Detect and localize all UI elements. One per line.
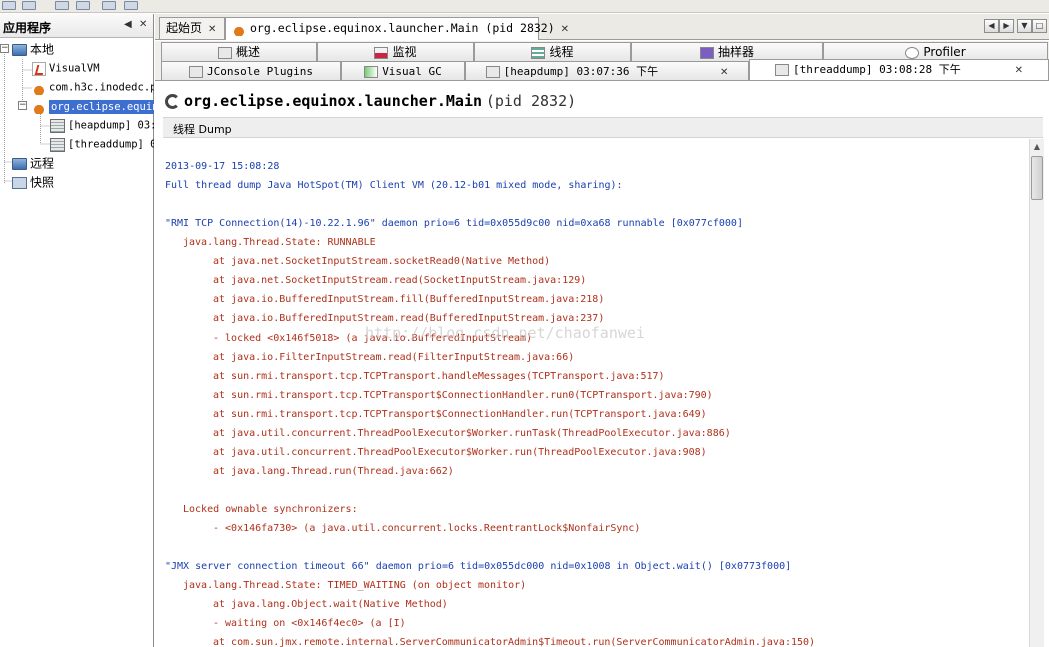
threads-icon: [531, 46, 546, 59]
dump-line: 2013-09-17 15:08:28: [165, 161, 280, 172]
watermark-text: http://blog.csdn.net/chaofanwei: [365, 324, 645, 342]
tab-heapdump[interactable]: [heapdump] 03:07:36 下午 ✕: [465, 61, 749, 80]
dump-line: at java.lang.Thread.run(Thread.java:662): [213, 465, 454, 477]
close-panel-button[interactable]: ✕: [139, 19, 147, 30]
process-main-class: org.eclipse.equinox.launcher.Main: [184, 92, 483, 110]
main-toolbar: [0, 0, 1049, 13]
tab-threaddump[interactable]: [threaddump] 03:08:28 下午 ✕: [749, 59, 1049, 80]
dump-line: at sun.rmi.transport.tcp.TCPTransport$Co…: [213, 389, 713, 401]
dump-line: at java.io.FilterInputStream.read(Filter…: [213, 351, 575, 363]
threaddump-icon: [50, 137, 65, 152]
java-app-icon: [32, 80, 46, 95]
sampler-icon: [699, 46, 714, 59]
toolbar-open-icon[interactable]: [2, 1, 16, 10]
jconsole-icon: [189, 65, 204, 78]
close-heapdump-tab-button[interactable]: ✕: [720, 67, 728, 78]
thread-dump-text[interactable]: 2013-09-17 15:08:28 Full thread dump Java…: [163, 139, 1029, 647]
dump-line: - <0x146fa730> (a java.util.concurrent.l…: [213, 522, 641, 534]
loading-spinner-icon: [165, 93, 180, 109]
tree-node-threaddump[interactable]: [threaddump] 0: [50, 135, 154, 153]
tree-node-local[interactable]: 本地: [12, 40, 54, 58]
maximize-window-button[interactable]: □: [1032, 19, 1047, 33]
toolbar-snapshot-icon[interactable]: [124, 1, 138, 10]
heapdump-icon: [485, 65, 500, 78]
tab-monitor[interactable]: 监视: [317, 42, 474, 61]
dump-line: at sun.rmi.transport.tcp.TCPTransport$Co…: [213, 408, 707, 420]
visualvm-icon: [32, 61, 46, 76]
tree-node-heapdump[interactable]: [heapdump] 03:: [50, 116, 154, 134]
tab-jconsole-plugins[interactable]: JConsole Plugins: [161, 61, 341, 80]
dump-line: at java.util.concurrent.ThreadPoolExecut…: [213, 427, 731, 439]
dump-line: at com.sun.jmx.remote.internal.ServerCom…: [213, 637, 816, 647]
dump-line: - waiting on <0x146f4ec0> (a [I): [213, 618, 406, 630]
java-app-icon: [232, 21, 246, 36]
heapdump-icon: [50, 118, 65, 133]
threaddump-view: org.eclipse.equinox.launcher.Main (pid 2…: [155, 82, 1049, 647]
tree-node-visualvm[interactable]: VisualVM: [32, 59, 100, 77]
tree-node-snapshot[interactable]: 快照: [12, 173, 54, 191]
profiler-clock-icon: [905, 46, 920, 59]
java-app-icon: [32, 99, 46, 114]
remote-host-icon: [12, 157, 27, 170]
dump-line: java.lang.Thread.State: TIMED_WAITING (o…: [183, 580, 527, 592]
dump-line: at java.util.concurrent.ThreadPoolExecut…: [213, 446, 707, 458]
vertical-scrollbar[interactable]: ▲: [1029, 139, 1044, 647]
snapshot-icon: [12, 176, 27, 189]
dump-line: java.lang.Thread.State: RUNNABLE: [183, 237, 376, 249]
tree-node-eclipse[interactable]: org.eclipse.equin: [32, 97, 154, 115]
tree-node-remote[interactable]: 远程: [12, 154, 54, 172]
scrollbar-thumb[interactable]: [1031, 156, 1043, 200]
dump-line: at java.io.BufferedInputStream.fill(Buff…: [213, 294, 605, 306]
applications-panel-title: 应用程序: [3, 21, 52, 35]
tab-start-page[interactable]: 起始页 ✕: [159, 17, 225, 39]
dump-line: at java.net.SocketInputStream.read(Socke…: [213, 275, 587, 287]
close-start-tab-button[interactable]: ✕: [208, 24, 216, 35]
toolbar-host-icon[interactable]: [76, 1, 90, 10]
dump-line: "RMI TCP Connection(14)-10.22.1.96" daem…: [165, 218, 743, 230]
overview-icon: [217, 46, 232, 59]
tree-toggle-local[interactable]: −: [0, 44, 9, 53]
view-tabs-row-1: 概述 监视 线程 抽样器 Profiler: [155, 41, 1049, 61]
visual-gc-icon: [364, 65, 379, 78]
monitor-chart-icon: [374, 46, 389, 59]
process-title: org.eclipse.equinox.launcher.Main (pid 2…: [165, 92, 576, 110]
close-threaddump-tab-button[interactable]: ✕: [1015, 65, 1023, 76]
dump-line: Locked ownable synchronizers:: [183, 503, 358, 515]
minimize-panel-button[interactable]: ◀: [124, 19, 132, 30]
applications-panel-header: 应用程序 ◀ ✕: [0, 14, 153, 38]
tab-process[interactable]: org.eclipse.equinox.launcher.Main (pid 2…: [225, 17, 569, 40]
toolbar-jmx-icon[interactable]: [55, 1, 69, 10]
view-tabs-row-2: JConsole Plugins Visual GC [heapdump] 03…: [155, 59, 1049, 81]
tree-node-h3c[interactable]: com.h3c.inodedc.p: [32, 78, 154, 96]
dump-line: "JMX server connection timeout 66" daemo…: [165, 561, 792, 573]
thread-dump-section-header: 线程 Dump: [163, 117, 1043, 138]
tab-list-dropdown-button[interactable]: ▼: [1017, 19, 1032, 33]
tree-toggle-eclipse[interactable]: −: [18, 101, 27, 110]
scroll-up-arrow-icon[interactable]: ▲: [1031, 141, 1043, 153]
local-host-icon: [12, 43, 27, 56]
threaddump-icon: [775, 63, 790, 76]
scroll-tabs-right-button[interactable]: ▶: [999, 19, 1014, 33]
process-pid: (pid 2832): [485, 92, 577, 110]
dump-line: at java.net.SocketInputStream.socketRead…: [213, 256, 551, 268]
toolbar-heapdump-icon[interactable]: [102, 1, 116, 10]
toolbar-connect-icon[interactable]: [22, 1, 36, 10]
document-tabs: 起始页 ✕ org.eclipse.equinox.launcher.Main (…: [155, 14, 1049, 40]
close-process-tab-button[interactable]: ✕: [561, 24, 569, 35]
scroll-tabs-left-button[interactable]: ◀: [984, 19, 999, 33]
applications-panel: 应用程序 ◀ ✕ − 本地 VisualVM com.h3c.inodedc.p…: [0, 14, 154, 647]
thread-dump-section-label: 线程 Dump: [173, 123, 232, 136]
dump-line: Full thread dump Java HotSpot(TM) Client…: [165, 180, 623, 191]
dump-line: at java.lang.Object.wait(Native Method): [213, 599, 448, 611]
tab-visual-gc[interactable]: Visual GC: [341, 61, 465, 80]
tab-overview[interactable]: 概述: [161, 42, 317, 61]
tab-threads[interactable]: 线程: [474, 42, 631, 61]
dump-line: at sun.rmi.transport.tcp.TCPTransport.ha…: [213, 370, 665, 382]
